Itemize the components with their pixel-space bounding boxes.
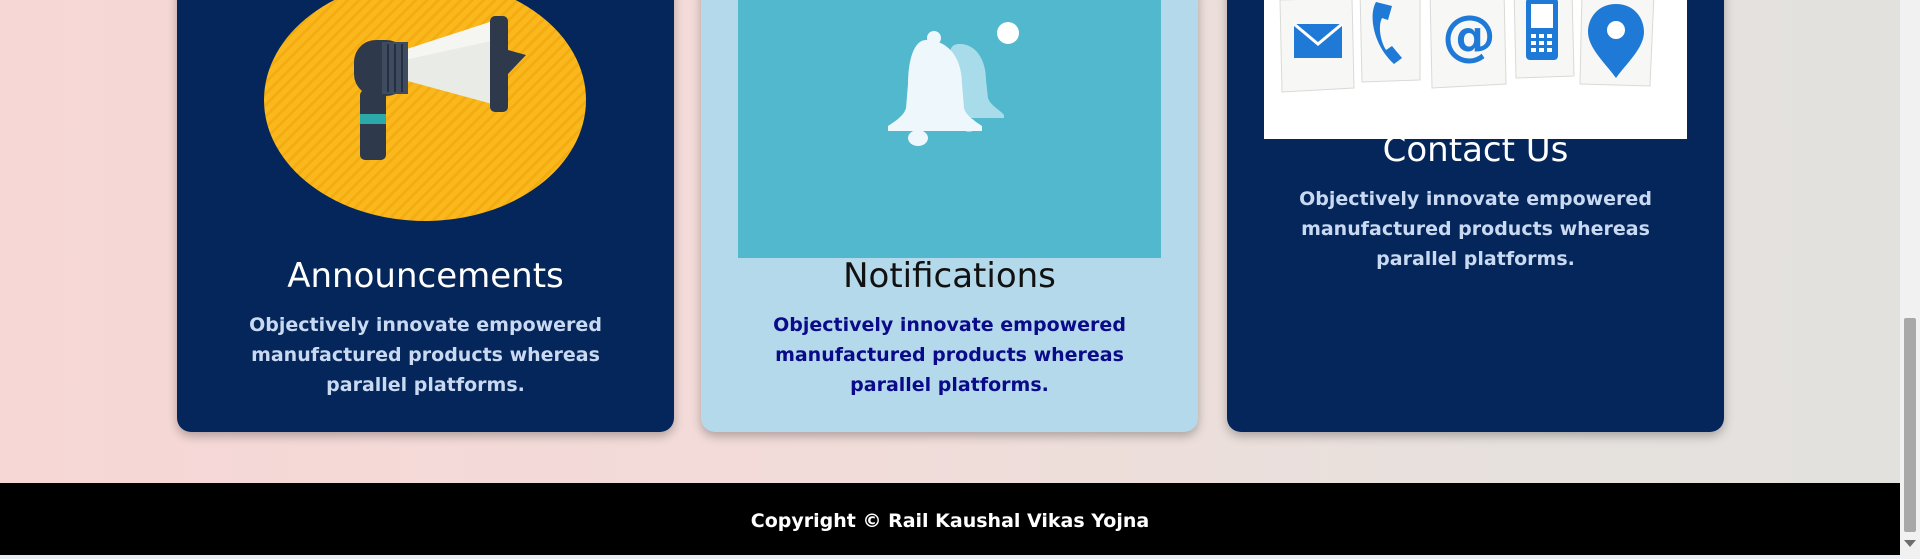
card-contact[interactable]: @ Contact Us Objectively innovate empowe…: [1227, 0, 1724, 432]
card-title: Notifications: [843, 256, 1056, 296]
card-notifications[interactable]: Notifications Objectively innovate empow…: [701, 0, 1198, 432]
svg-text:@: @: [1442, 4, 1496, 67]
bell-icon: [888, 22, 1019, 146]
scrollbar-thumb[interactable]: [1904, 318, 1916, 532]
card-announcements[interactable]: Announcements Objectively innovate empow…: [177, 0, 674, 432]
notification-image: [738, 0, 1161, 258]
footer: Copyright © Rail Kaushal Vikas Yojna: [0, 483, 1900, 559]
card-description: Objectively innovate empowered manufactu…: [249, 314, 602, 396]
card-description: Objectively innovate empowered manufactu…: [773, 314, 1126, 396]
page: Announcements Objectively innovate empow…: [0, 0, 1900, 559]
copyright-text: Copyright © Rail Kaushal Vikas Yojna: [750, 510, 1150, 532]
vertical-scrollbar[interactable]: [1900, 0, 1920, 559]
bottom-strip: [0, 555, 1900, 559]
card-title: Announcements: [287, 256, 564, 296]
contact-icons: @: [1279, 0, 1655, 93]
contact-image: @: [1264, 0, 1687, 139]
card-title: Contact Us: [1382, 130, 1569, 170]
card-description: Objectively innovate empowered manufactu…: [1299, 188, 1652, 270]
megaphone-icon: [264, 0, 586, 221]
scroll-down-arrow-icon[interactable]: [1904, 540, 1916, 547]
